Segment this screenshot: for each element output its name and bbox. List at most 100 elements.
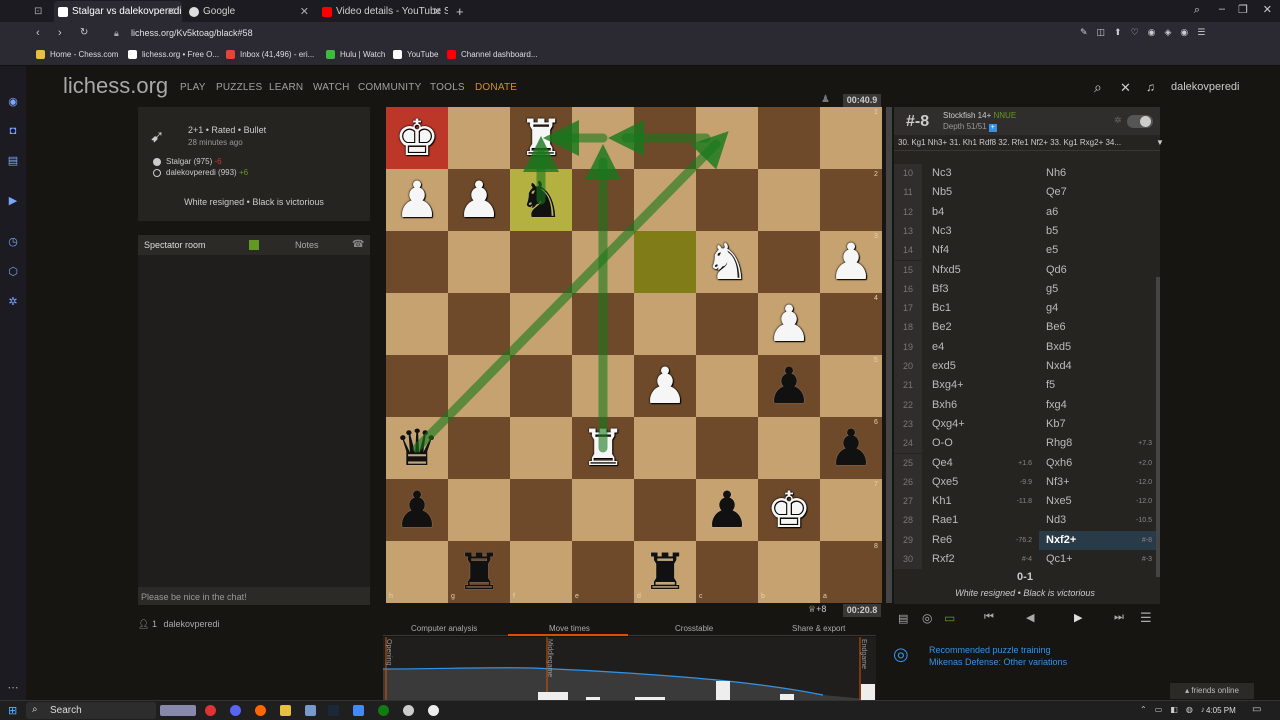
lichess-logo[interactable]: lichess.org: [63, 73, 168, 99]
black-move[interactable]: g5: [1046, 280, 1058, 299]
book-icon[interactable]: ▤: [898, 612, 908, 625]
reload-icon[interactable]: ↻: [80, 27, 88, 38]
tab-share-export[interactable]: Share & export: [792, 624, 845, 633]
black-move[interactable]: e5: [1046, 241, 1058, 260]
black-move[interactable]: g4: [1046, 299, 1058, 318]
black-move[interactable]: a6: [1046, 203, 1058, 222]
black-move[interactable]: Nxf2+: [1046, 531, 1076, 550]
bookmark-channel-dashboard[interactable]: Channel dashboard...: [447, 50, 538, 59]
close-icon[interactable]: ✕: [167, 5, 176, 18]
white-move[interactable]: Re6: [932, 531, 952, 550]
white-move[interactable]: Qxg4+: [932, 415, 965, 434]
tab-google[interactable]: Google ✕: [185, 1, 315, 22]
white-move[interactable]: Rae1: [932, 511, 958, 530]
bookmark-chesscom[interactable]: Home - Chess.com: [36, 50, 118, 59]
engine-settings-icon[interactable]: ✲: [1114, 115, 1122, 126]
opera-icon[interactable]: [205, 705, 216, 716]
steam-icon[interactable]: [328, 705, 339, 716]
bookmark-hulu[interactable]: Hulu | Watch: [326, 50, 385, 59]
white-move[interactable]: Bxg4+: [932, 376, 964, 395]
puzzle-subtitle[interactable]: Mikenas Defense: Other variations: [929, 657, 1067, 667]
bookmark-lichess[interactable]: lichess.org • Free O...: [128, 50, 219, 59]
white-move[interactable]: b4: [932, 203, 944, 222]
puzzle-title[interactable]: Recommended puzzle training: [929, 645, 1051, 655]
white-move[interactable]: Rxf2: [932, 550, 955, 569]
black-move[interactable]: Nxd4: [1046, 357, 1072, 376]
white-move[interactable]: Be2: [932, 318, 952, 337]
bookmark-inbox[interactable]: Inbox (41,496) - eri...: [226, 50, 314, 59]
white-move[interactable]: Qe4: [932, 454, 953, 473]
black-move[interactable]: Kb7: [1046, 415, 1066, 434]
nav-community[interactable]: COMMUNITY: [358, 82, 421, 93]
cube-icon[interactable]: ⬡: [7, 266, 19, 278]
white-move[interactable]: Nf4: [932, 241, 949, 260]
white-move[interactable]: O-O: [932, 434, 953, 453]
last-move-icon[interactable]: ⏭: [1114, 611, 1124, 624]
tab-youtube-studio[interactable]: Video details - YouTube Stu ✕: [318, 1, 448, 22]
tab-spectator-room[interactable]: Spectator room: [144, 240, 206, 250]
menu-icon[interactable]: ☰: [1140, 610, 1152, 626]
user-menu[interactable]: dalekovperedi: [1171, 81, 1240, 93]
store-icon[interactable]: [353, 705, 364, 716]
black-move[interactable]: Nh6: [1046, 164, 1066, 183]
black-move[interactable]: f5: [1046, 376, 1055, 395]
more-icon[interactable]: ⋯: [7, 682, 19, 694]
black-move[interactable]: Qc1+: [1046, 550, 1073, 569]
instagram-icon[interactable]: ◘: [7, 125, 19, 137]
nav-tools[interactable]: TOOLS: [430, 82, 465, 93]
white-move[interactable]: e4: [932, 338, 944, 357]
friends-online[interactable]: ▴ friends online: [1170, 683, 1254, 699]
task-view-icon[interactable]: [160, 705, 196, 716]
white-move[interactable]: Bf3: [932, 280, 949, 299]
plus-icon[interactable]: +: [988, 124, 997, 132]
white-move[interactable]: Bc1: [932, 299, 951, 318]
black-move[interactable]: Qxh6: [1046, 454, 1072, 473]
white-move[interactable]: Nfxd5: [932, 261, 961, 280]
phone-icon[interactable]: ☎: [352, 239, 364, 250]
settings-icon[interactable]: ✲: [7, 296, 19, 308]
prev-move-icon[interactable]: ◀: [1026, 611, 1034, 624]
settings-icon[interactable]: [428, 705, 439, 716]
app-icon[interactable]: [255, 705, 266, 716]
nav-donate[interactable]: DONATE: [475, 82, 517, 93]
first-move-icon[interactable]: ⏮: [984, 611, 994, 624]
nav-play[interactable]: PLAY: [180, 82, 206, 93]
search-icon[interactable]: ⌕: [1194, 4, 1200, 17]
player-icon[interactable]: ▶: [7, 195, 19, 207]
white-move[interactable]: Nc3: [932, 164, 952, 183]
chrome-icon[interactable]: [403, 705, 414, 716]
close-window-icon[interactable]: ✕: [1263, 3, 1272, 16]
black-move[interactable]: Nd3: [1046, 511, 1066, 530]
forward-icon[interactable]: ›: [58, 27, 62, 39]
black-move[interactable]: Qe7: [1046, 183, 1067, 202]
white-move[interactable]: Qxe5: [932, 473, 958, 492]
notifications-icon[interactable]: ▭: [1252, 704, 1261, 715]
black-player[interactable]: dalekovperedi (993) +6: [166, 168, 248, 177]
black-move[interactable]: fxg4: [1046, 396, 1067, 415]
moves-scrollbar[interactable]: [1156, 277, 1160, 577]
target-icon[interactable]: ◎: [922, 611, 932, 625]
chat-toggle[interactable]: [249, 240, 259, 250]
white-move[interactable]: Bxh6: [932, 396, 957, 415]
tab-lichess[interactable]: Stalgar vs dalekovperedi: M ✕: [54, 1, 182, 22]
black-move[interactable]: Rhg8: [1046, 434, 1072, 453]
back-icon[interactable]: ‹: [36, 27, 40, 39]
black-move[interactable]: Bxd5: [1046, 338, 1071, 357]
discord-icon[interactable]: [230, 705, 241, 716]
windows-start-icon[interactable]: ⊞: [8, 704, 17, 717]
black-move[interactable]: Nf3+: [1046, 473, 1070, 492]
address-field[interactable]: lichess.org/Kv5ktoag/black#58: [131, 28, 253, 38]
tab-crosstable[interactable]: Crosstable: [675, 624, 713, 633]
principal-variation[interactable]: 30. Kg1 Nh3+ 31. Kh1 Rdf8 32. Rfe1 Nf2+ …: [894, 135, 1160, 151]
nav-learn[interactable]: LEARN: [269, 82, 303, 93]
engine-toggle[interactable]: [1127, 115, 1153, 128]
black-move[interactable]: Qd6: [1046, 261, 1067, 280]
history-icon[interactable]: ◷: [7, 236, 19, 248]
nav-watch[interactable]: WATCH: [313, 82, 350, 93]
chat-input[interactable]: Please be nice in the chat!: [138, 587, 370, 605]
black-move[interactable]: Nxe5: [1046, 492, 1072, 511]
next-move-icon[interactable]: ▶: [1074, 611, 1082, 624]
tab-move-times[interactable]: Move times: [549, 624, 590, 633]
close-icon[interactable]: ✕: [433, 5, 442, 18]
bookmark-youtube[interactable]: YouTube: [393, 50, 438, 59]
